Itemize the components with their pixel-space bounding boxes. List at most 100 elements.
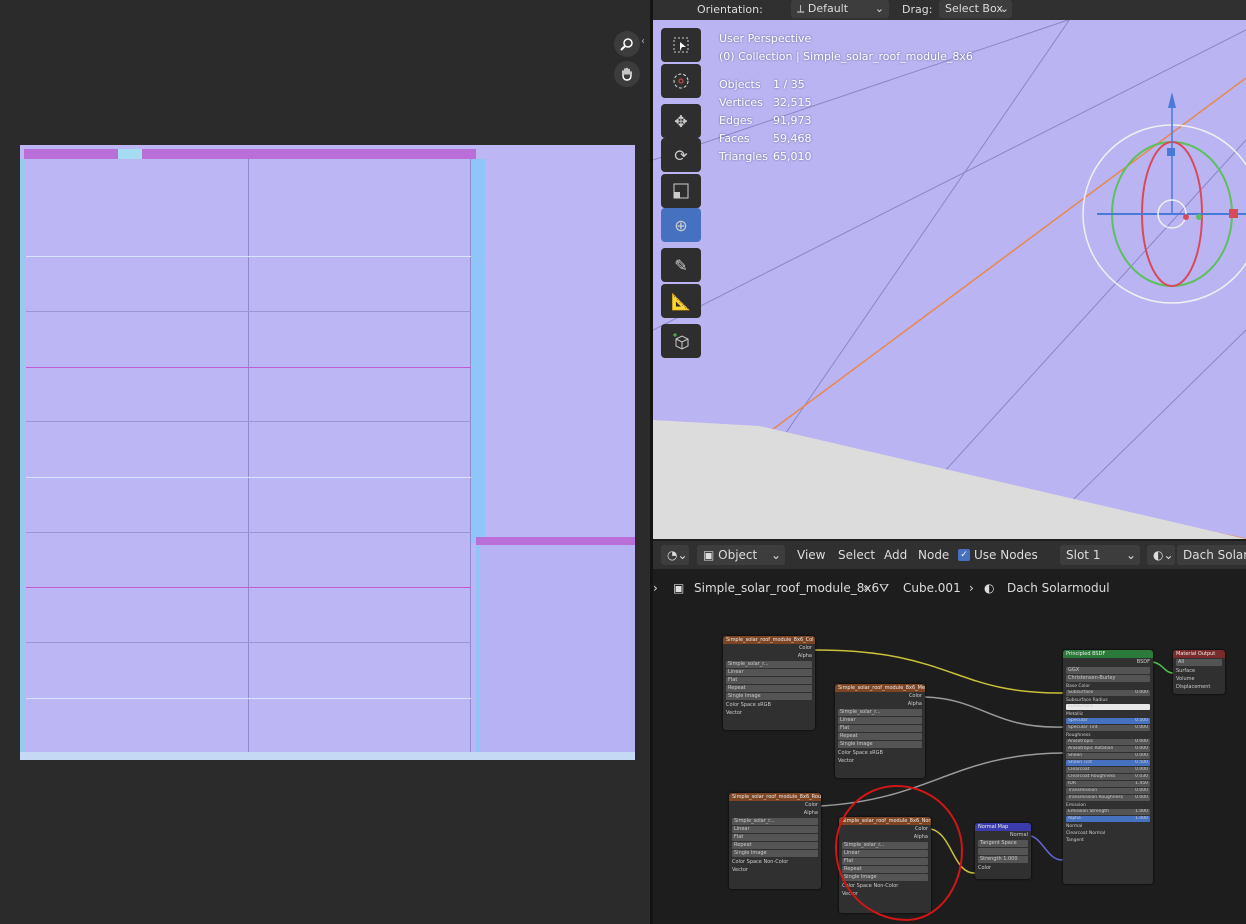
transform-icon[interactable]: ⊕ [661, 208, 701, 242]
stat-label: Edges [719, 114, 753, 127]
image-texture-node[interactable]: Simple_solar_roof_module_8x6_Met Color A… [835, 684, 925, 778]
bsdf-input-label: Sheen [1068, 753, 1083, 758]
move-icon[interactable]: ✥ [661, 104, 701, 138]
node-title: Simple_solar_roof_module_8x6_Met [835, 684, 925, 692]
node-interpolation[interactable]: Linear [838, 717, 922, 724]
node-extension[interactable]: Repeat [838, 733, 922, 740]
texture-edge-right [471, 159, 485, 543]
node-target-field[interactable]: All [1176, 659, 1222, 666]
node-distribution[interactable]: GGX [1066, 667, 1150, 674]
node-interpolation[interactable]: Linear [732, 826, 818, 833]
node-color-space[interactable]: Color Space Non-Color [729, 858, 821, 866]
bsdf-input-label: Clearcoat Roughness [1068, 774, 1116, 779]
bsdf-input-row[interactable]: Clearcoat 0.000 [1066, 767, 1150, 773]
texture-grid-line [26, 311, 471, 312]
stat-row: Edges 91,973 [719, 112, 973, 130]
measure-icon[interactable]: 📐 [661, 284, 701, 318]
drag-dropdown[interactable]: Select Box ⌄ [939, 0, 1012, 18]
bsdf-input-value: 1.000 [1135, 816, 1148, 821]
hand-icon[interactable] [614, 61, 640, 87]
orientation-value: Default [807, 2, 849, 15]
node-space-field[interactable]: Tangent Space [978, 840, 1028, 847]
bsdf-input-row[interactable]: Subsurface 0.000 [1066, 690, 1150, 696]
bsdf-input-row[interactable]: Alpha 1.000 [1066, 816, 1150, 822]
bsdf-input-row[interactable]: Specular Tint 0.000 [1066, 725, 1150, 731]
bsdf-input-label: Base Color [1066, 684, 1091, 689]
node-projection[interactable]: Flat [838, 725, 922, 732]
node-output-bsdf: BSDF [1136, 659, 1150, 665]
bsdf-input-row[interactable]: Anisotropic Rotation 0.000 [1066, 746, 1150, 752]
image-editor[interactable]: ‹ [0, 0, 650, 924]
texture-edge-bottom [20, 752, 635, 760]
normal-map-node[interactable]: Normal Map Normal Tangent Space Strength… [975, 823, 1031, 879]
cursor-icon[interactable] [661, 64, 701, 98]
bsdf-input-row[interactable]: Specular 0.500 [1066, 718, 1150, 724]
image-texture-node[interactable]: Simple_solar_roof_module_8x6_Col Color A… [723, 636, 815, 730]
node-color-space[interactable]: Color Space sRGB [835, 749, 925, 757]
zoom-icon[interactable] [614, 31, 640, 57]
bsdf-input-label: Subsurface Radius [1066, 698, 1108, 703]
node-input-displacement: Displacement [1176, 684, 1211, 690]
bsdf-input-value: 0.500 [1135, 760, 1148, 765]
bsdf-input-row[interactable]: Transmission Roughness 0.000 [1066, 795, 1150, 801]
viewport-stats: User Perspective (0) Collection | Simple… [719, 30, 973, 166]
color-space-label: Color Space [732, 859, 762, 865]
principled-bsdf-node[interactable]: Principled BSDF BSDF GGX Christensen-Bur… [1063, 650, 1153, 884]
node-strength-field[interactable]: Strength 1.000 [978, 856, 1028, 863]
bsdf-input-row[interactable]: Clearcoat Roughness 0.030 [1066, 774, 1150, 780]
bsdf-input-value: 0.000 [1135, 767, 1148, 772]
node-source[interactable]: Single Image [838, 741, 922, 748]
chevron-left-icon[interactable]: ‹ [641, 36, 645, 47]
node-subsurface-method[interactable]: Christensen-Burley [1066, 675, 1150, 682]
bsdf-input-row[interactable]: Emission Strength 1.000 [1066, 809, 1150, 815]
texture-highlight [118, 149, 142, 159]
annotate-icon[interactable]: ✎ [661, 248, 701, 282]
add-cube-icon[interactable] [661, 324, 701, 358]
bsdf-input-label: IOR [1068, 781, 1076, 786]
texture-grid-line [26, 698, 471, 699]
stat-row: Vertices 32,515 [719, 94, 973, 112]
node-image-field[interactable]: Simple_solar_r... [838, 709, 922, 716]
bsdf-input-row[interactable]: Sheen Tint 0.500 [1066, 760, 1150, 766]
node-source[interactable]: Single Image [732, 850, 818, 857]
node-image-field[interactable]: Simple_solar_r... [732, 818, 818, 825]
3d-viewport[interactable]: Orientation: ⟂ Default ⌄ Drag: Select Box… [653, 0, 1246, 539]
bsdf-input-value: 1.450 [1135, 781, 1148, 786]
shader-node-editor[interactable]: ◔⌄ ▣ Object ⌄ View Select Add Node ✓ Use … [653, 539, 1246, 924]
node-output-color: Color [908, 693, 922, 699]
material-output-node[interactable]: Material Output All Surface Volume Displ… [1173, 650, 1225, 694]
node-color-space[interactable]: Color Space sRGB [723, 701, 815, 709]
bsdf-input-label: Anisotropic [1068, 739, 1094, 744]
image-texture-node[interactable]: Simple_solar_roof_module_8x6_Rou Color A… [729, 793, 821, 889]
texture-grid-line [26, 367, 471, 368]
strength-label: Strength [980, 856, 1002, 862]
node-interpolation[interactable]: Linear [726, 669, 812, 676]
node-uv-field[interactable] [978, 848, 1028, 855]
rotate-icon[interactable]: ⟳ [661, 138, 701, 172]
node-image-field[interactable]: Simple_solar_r... [726, 661, 812, 668]
node-projection[interactable]: Flat [732, 834, 818, 841]
bsdf-input-label: Emission Strength [1068, 809, 1109, 814]
bsdf-input-value: 0.500 [1135, 718, 1148, 723]
bsdf-input-value: 0.000 [1135, 788, 1148, 793]
bsdf-input-row[interactable]: Anisotropic 0.000 [1066, 739, 1150, 745]
stat-value: 59,468 [773, 132, 812, 145]
select-box-icon[interactable] [661, 28, 701, 62]
bsdf-input-row[interactable]: Sheen 0.000 [1066, 753, 1150, 759]
bsdf-input-row[interactable]: IOR 1.450 [1066, 781, 1150, 787]
node-source[interactable]: Single Image [726, 693, 812, 700]
node-input-surface: Surface [1176, 668, 1196, 674]
node-input-volume: Volume [1176, 676, 1195, 682]
orientation-label: Orientation: [697, 3, 763, 16]
bsdf-input-row[interactable]: Transmission 0.000 [1066, 788, 1150, 794]
node-extension[interactable]: Repeat [726, 685, 812, 692]
bsdf-input-value: 0.000 [1135, 795, 1148, 800]
color-space-label: Color Space [838, 750, 868, 756]
node-extension[interactable]: Repeat [732, 842, 818, 849]
navigation-gizmo[interactable] [1081, 90, 1246, 310]
node-title: Simple_solar_roof_module_8x6_Rou [729, 793, 821, 801]
orientation-dropdown[interactable]: ⟂ Default ⌄ [791, 0, 889, 18]
bsdf-input-value: 0.000 [1135, 725, 1148, 730]
node-projection[interactable]: Flat [726, 677, 812, 684]
scale-icon[interactable] [661, 174, 701, 208]
